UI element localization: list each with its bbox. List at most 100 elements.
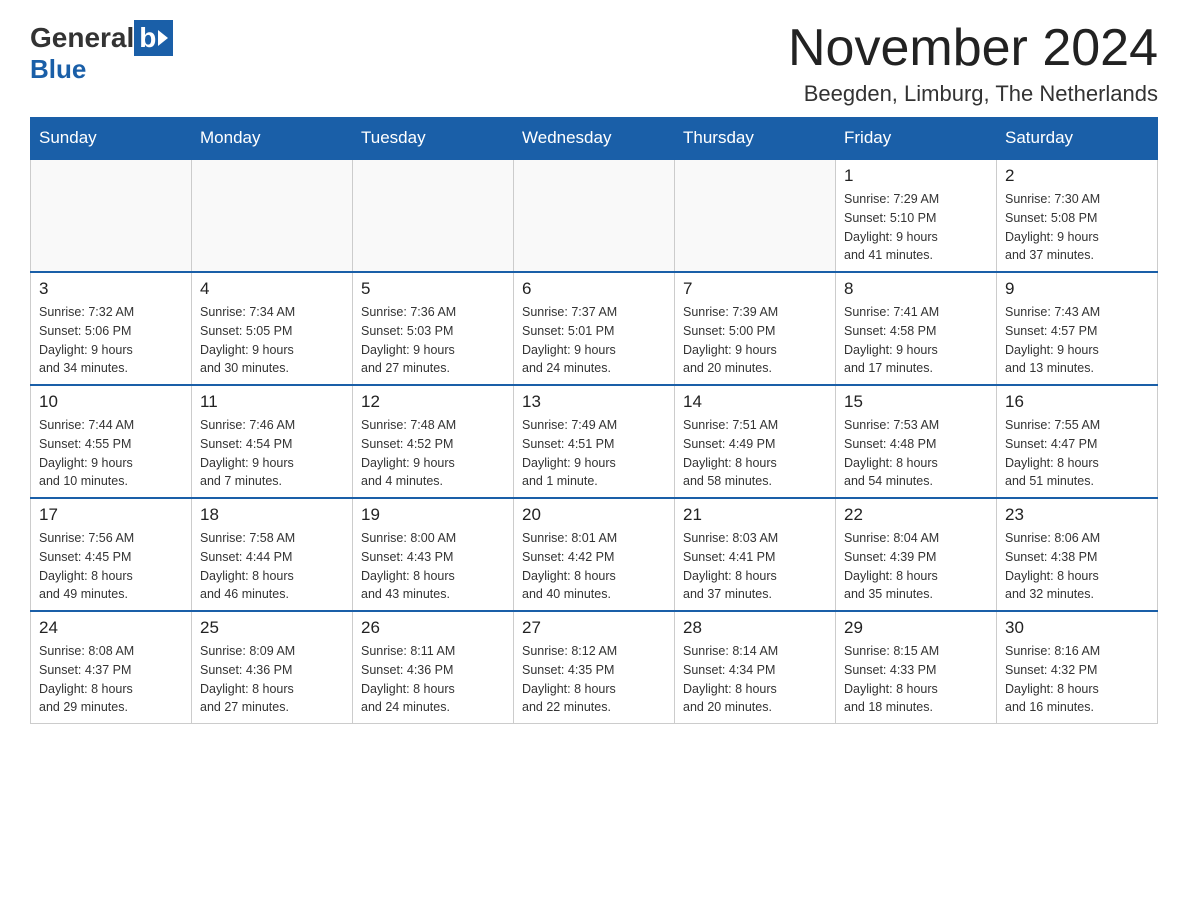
day-number: 13	[522, 392, 666, 412]
day-info: Sunrise: 7:37 AM Sunset: 5:01 PM Dayligh…	[522, 303, 666, 378]
calendar-header-thursday: Thursday	[675, 118, 836, 160]
day-info: Sunrise: 7:30 AM Sunset: 5:08 PM Dayligh…	[1005, 190, 1149, 265]
calendar-cell	[192, 159, 353, 272]
day-number: 16	[1005, 392, 1149, 412]
calendar-cell: 12Sunrise: 7:48 AM Sunset: 4:52 PM Dayli…	[353, 385, 514, 498]
calendar-header-saturday: Saturday	[997, 118, 1158, 160]
day-info: Sunrise: 7:29 AM Sunset: 5:10 PM Dayligh…	[844, 190, 988, 265]
day-number: 3	[39, 279, 183, 299]
day-number: 17	[39, 505, 183, 525]
logo: General b Blue	[30, 20, 173, 85]
day-info: Sunrise: 7:36 AM Sunset: 5:03 PM Dayligh…	[361, 303, 505, 378]
logo-blue-box: b	[134, 20, 173, 56]
day-number: 12	[361, 392, 505, 412]
calendar-cell: 16 Sunrise: 7:55 AM Sunset: 4:47 PM Dayli…	[997, 385, 1158, 498]
day-number: 24	[39, 618, 183, 638]
calendar-cell: 3Sunrise: 7:32 AM Sunset: 5:06 PM Daylig…	[31, 272, 192, 385]
calendar-cell: 15 Sunrise: 7:53 AM Sunset: 4:48 PM Dayli…	[836, 385, 997, 498]
day-info: Sunrise: 7:55 AM Sunset: 4:47 PM Dayligh…	[1005, 416, 1149, 491]
day-number: 18	[200, 505, 344, 525]
day-number: 26	[361, 618, 505, 638]
calendar-week-row: 24Sunrise: 8:08 AM Sunset: 4:37 PM Dayli…	[31, 611, 1158, 724]
day-info: Sunrise: 7:39 AM Sunset: 5:00 PM Dayligh…	[683, 303, 827, 378]
calendar-cell: 17Sunrise: 7:56 AM Sunset: 4:45 PM Dayli…	[31, 498, 192, 611]
calendar-cell: 9 Sunrise: 7:43 AM Sunset: 4:57 PM Daylig…	[997, 272, 1158, 385]
day-info: Sunrise: 8:09 AM Sunset: 4:36 PM Dayligh…	[200, 642, 344, 717]
day-info: Sunrise: 8:14 AM Sunset: 4:34 PM Dayligh…	[683, 642, 827, 717]
day-number: 21	[683, 505, 827, 525]
day-number: 27	[522, 618, 666, 638]
logo-general-text: General	[30, 22, 134, 54]
logo-blue-label: b	[139, 22, 156, 54]
month-title: November 2024	[788, 20, 1158, 77]
calendar-cell: 13 Sunrise: 7:49 AM Sunset: 4:51 PM Dayli…	[514, 385, 675, 498]
day-info: Sunrise: 8:11 AM Sunset: 4:36 PM Dayligh…	[361, 642, 505, 717]
calendar-cell	[31, 159, 192, 272]
day-info: Sunrise: 8:15 AM Sunset: 4:33 PM Dayligh…	[844, 642, 988, 717]
calendar-week-row: 3Sunrise: 7:32 AM Sunset: 5:06 PM Daylig…	[31, 272, 1158, 385]
day-number: 20	[522, 505, 666, 525]
day-info: Sunrise: 8:06 AM Sunset: 4:38 PM Dayligh…	[1005, 529, 1149, 604]
day-info: Sunrise: 8:16 AM Sunset: 4:32 PM Dayligh…	[1005, 642, 1149, 717]
calendar-header-wednesday: Wednesday	[514, 118, 675, 160]
calendar-cell: 22Sunrise: 8:04 AM Sunset: 4:39 PM Dayli…	[836, 498, 997, 611]
calendar-cell: 23 Sunrise: 8:06 AM Sunset: 4:38 PM Dayli…	[997, 498, 1158, 611]
calendar-cell: 1 Sunrise: 7:29 AM Sunset: 5:10 PM Daylig…	[836, 159, 997, 272]
calendar-cell: 8 Sunrise: 7:41 AM Sunset: 4:58 PM Daylig…	[836, 272, 997, 385]
day-number: 23	[1005, 505, 1149, 525]
day-info: Sunrise: 7:41 AM Sunset: 4:58 PM Dayligh…	[844, 303, 988, 378]
calendar-header-sunday: Sunday	[31, 118, 192, 160]
title-area: November 2024 Beegden, Limburg, The Neth…	[788, 20, 1158, 107]
calendar-cell: 20 Sunrise: 8:01 AM Sunset: 4:42 PM Dayli…	[514, 498, 675, 611]
calendar-header-row: SundayMondayTuesdayWednesdayThursdayFrid…	[31, 118, 1158, 160]
calendar-cell: 7 Sunrise: 7:39 AM Sunset: 5:00 PM Daylig…	[675, 272, 836, 385]
day-number: 9	[1005, 279, 1149, 299]
day-number: 15	[844, 392, 988, 412]
calendar-table: SundayMondayTuesdayWednesdayThursdayFrid…	[30, 117, 1158, 724]
day-number: 29	[844, 618, 988, 638]
calendar-cell	[514, 159, 675, 272]
day-number: 25	[200, 618, 344, 638]
day-info: Sunrise: 8:12 AM Sunset: 4:35 PM Dayligh…	[522, 642, 666, 717]
day-number: 5	[361, 279, 505, 299]
day-info: Sunrise: 7:46 AM Sunset: 4:54 PM Dayligh…	[200, 416, 344, 491]
day-info: Sunrise: 7:34 AM Sunset: 5:05 PM Dayligh…	[200, 303, 344, 378]
calendar-header-friday: Friday	[836, 118, 997, 160]
day-info: Sunrise: 7:43 AM Sunset: 4:57 PM Dayligh…	[1005, 303, 1149, 378]
calendar-cell: 28 Sunrise: 8:14 AM Sunset: 4:34 PM Dayli…	[675, 611, 836, 724]
calendar-cell: 2 Sunrise: 7:30 AM Sunset: 5:08 PM Daylig…	[997, 159, 1158, 272]
calendar-cell: 14 Sunrise: 7:51 AM Sunset: 4:49 PM Dayli…	[675, 385, 836, 498]
location-title: Beegden, Limburg, The Netherlands	[788, 81, 1158, 107]
day-number: 1	[844, 166, 988, 186]
calendar-header-tuesday: Tuesday	[353, 118, 514, 160]
day-number: 2	[1005, 166, 1149, 186]
calendar-cell: 4 Sunrise: 7:34 AM Sunset: 5:05 PM Daylig…	[192, 272, 353, 385]
calendar-cell: 26 Sunrise: 8:11 AM Sunset: 4:36 PM Dayli…	[353, 611, 514, 724]
calendar-week-row: 17Sunrise: 7:56 AM Sunset: 4:45 PM Dayli…	[31, 498, 1158, 611]
calendar-cell: 21 Sunrise: 8:03 AM Sunset: 4:41 PM Dayli…	[675, 498, 836, 611]
day-number: 14	[683, 392, 827, 412]
day-info: Sunrise: 7:49 AM Sunset: 4:51 PM Dayligh…	[522, 416, 666, 491]
logo-triangle-icon	[158, 30, 168, 46]
day-number: 28	[683, 618, 827, 638]
day-number: 10	[39, 392, 183, 412]
calendar-cell: 25 Sunrise: 8:09 AM Sunset: 4:36 PM Dayli…	[192, 611, 353, 724]
calendar-cell: 24Sunrise: 8:08 AM Sunset: 4:37 PM Dayli…	[31, 611, 192, 724]
day-info: Sunrise: 8:01 AM Sunset: 4:42 PM Dayligh…	[522, 529, 666, 604]
calendar-cell: 29 Sunrise: 8:15 AM Sunset: 4:33 PM Dayli…	[836, 611, 997, 724]
day-info: Sunrise: 7:51 AM Sunset: 4:49 PM Dayligh…	[683, 416, 827, 491]
day-number: 22	[844, 505, 988, 525]
calendar-header-monday: Monday	[192, 118, 353, 160]
day-number: 8	[844, 279, 988, 299]
day-number: 11	[200, 392, 344, 412]
calendar-cell: 27 Sunrise: 8:12 AM Sunset: 4:35 PM Dayli…	[514, 611, 675, 724]
day-info: Sunrise: 8:03 AM Sunset: 4:41 PM Dayligh…	[683, 529, 827, 604]
day-number: 7	[683, 279, 827, 299]
day-number: 4	[200, 279, 344, 299]
calendar-week-row: 1 Sunrise: 7:29 AM Sunset: 5:10 PM Daylig…	[31, 159, 1158, 272]
day-info: Sunrise: 7:58 AM Sunset: 4:44 PM Dayligh…	[200, 529, 344, 604]
calendar-cell	[353, 159, 514, 272]
page-header: General b Blue November 2024 Beegden, Li…	[30, 20, 1158, 107]
calendar-week-row: 10Sunrise: 7:44 AM Sunset: 4:55 PM Dayli…	[31, 385, 1158, 498]
day-info: Sunrise: 7:53 AM Sunset: 4:48 PM Dayligh…	[844, 416, 988, 491]
